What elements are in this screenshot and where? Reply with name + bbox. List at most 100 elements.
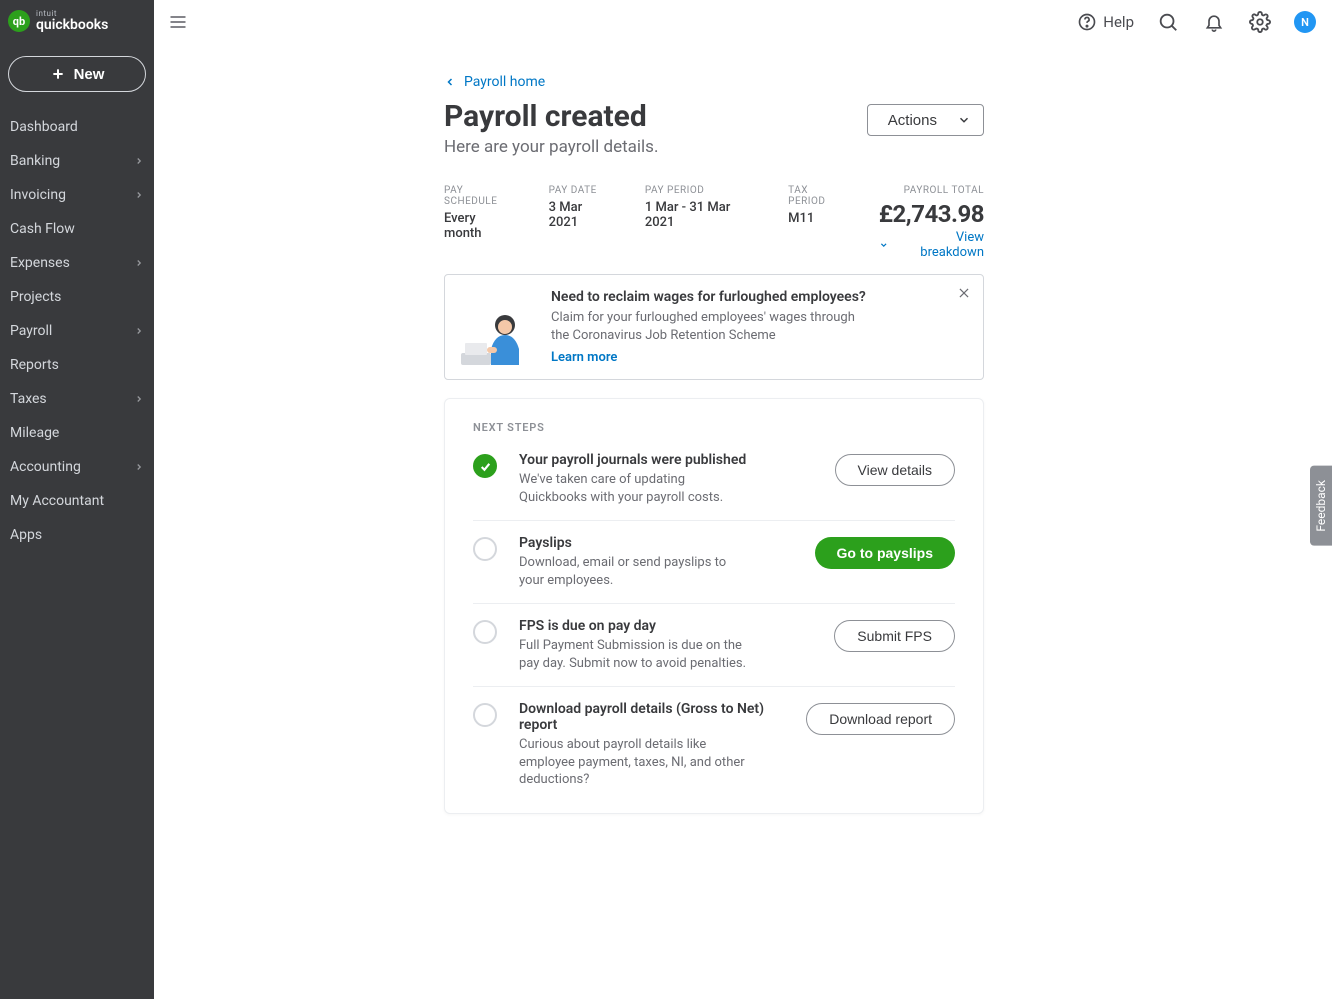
payroll-meta: PAY SCHEDULE Every month PAY DATE 3 Mar … [444, 185, 984, 260]
settings-button[interactable] [1248, 10, 1272, 34]
page-subtitle: Here are your payroll details. [444, 137, 658, 157]
step-row: Your payroll journals were publishedWe'v… [473, 452, 955, 521]
step-pending-icon [473, 620, 497, 644]
sidebar-item-label: My Accountant [10, 493, 104, 509]
step-body: Download payroll details (Gross to Net) … [519, 701, 784, 789]
brand-logo[interactable]: qb intuit quickbooks [0, 0, 154, 42]
chevron-right-icon [134, 190, 144, 200]
alert-desc: Claim for your furloughed employees' wag… [551, 309, 861, 344]
step-desc: Full Payment Submission is due on the pa… [519, 637, 749, 672]
sidebar-item-label: Banking [10, 153, 60, 169]
step-body: Payslips Download, email or send payslips… [519, 535, 793, 589]
sidebar-item-dashboard[interactable]: Dashboard [0, 110, 154, 144]
bell-icon [1204, 12, 1224, 32]
page-title: Payroll created [444, 100, 658, 133]
plus-icon [50, 66, 66, 82]
sidebar-item-payroll[interactable]: Payroll [0, 314, 154, 348]
sidebar: qb intuit quickbooks New Dashboard Bankin… [0, 0, 154, 999]
step-pending-icon [473, 537, 497, 561]
sidebar-item-label: Invoicing [10, 187, 66, 203]
sidebar-item-invoicing[interactable]: Invoicing [0, 178, 154, 212]
pay-schedule-label: PAY SCHEDULE [444, 185, 513, 207]
step-done-icon [473, 454, 497, 478]
chevron-down-icon [957, 113, 971, 127]
chevron-right-icon [134, 462, 144, 472]
avatar[interactable]: N [1294, 11, 1316, 33]
step-action-submit-fps[interactable]: Submit FPS [834, 620, 955, 652]
sidebar-item-reports[interactable]: Reports [0, 348, 154, 382]
pay-date-label: PAY DATE [549, 185, 609, 196]
search-icon [1157, 11, 1179, 33]
sidebar-item-label: Taxes [10, 391, 47, 407]
sidebar-item-apps[interactable]: Apps [0, 518, 154, 552]
step-row: Download payroll details (Gross to Net) … [473, 687, 955, 789]
step-body: Your payroll journals were publishedWe'v… [519, 452, 813, 506]
chevron-down-icon [879, 240, 888, 250]
chevron-right-icon [134, 156, 144, 166]
sidebar-item-label: Cash Flow [10, 221, 75, 237]
quickbooks-mark-icon: qb [8, 10, 30, 32]
step-desc: Curious about payroll details like emplo… [519, 736, 749, 789]
sidebar-item-cash-flow[interactable]: Cash Flow [0, 212, 154, 246]
pay-date-value: 3 Mar 2021 [549, 200, 609, 230]
sidebar-item-taxes[interactable]: Taxes [0, 382, 154, 416]
step-row: FPS is due on pay day Full Payment Submis… [473, 604, 955, 687]
brand-name-label: quickbooks [36, 18, 108, 32]
sidebar-item-label: Accounting [10, 459, 81, 475]
actions-dropdown[interactable]: Actions [867, 104, 984, 136]
step-action-download-report[interactable]: Download report [806, 703, 955, 735]
new-button-label: New [74, 66, 105, 83]
help-label: Help [1103, 13, 1134, 31]
step-action-view-details[interactable]: View details [835, 454, 955, 486]
pay-schedule-value: Every month [444, 211, 513, 241]
payroll-total-label: PAYROLL TOTAL [904, 185, 984, 196]
sidebar-item-my-accountant[interactable]: My Accountant [0, 484, 154, 518]
step-title: FPS is due on pay day [519, 618, 812, 634]
step-title: Payslips [519, 535, 793, 551]
alert-title: Need to reclaim wages for furloughed emp… [551, 289, 866, 305]
check-icon [479, 460, 492, 473]
breadcrumb-back[interactable]: Payroll home [444, 74, 984, 90]
step-title: Download payroll details (Gross to Net) … [519, 701, 784, 733]
hamburger-menu-button[interactable] [164, 8, 192, 36]
sidebar-item-accounting[interactable]: Accounting [0, 450, 154, 484]
main: Payroll home Payroll created Here are yo… [154, 44, 1332, 999]
help-button[interactable]: Help [1077, 12, 1134, 32]
feedback-tab[interactable]: Feedback [1310, 466, 1332, 546]
sidebar-item-expenses[interactable]: Expenses [0, 246, 154, 280]
step-body: FPS is due on pay day Full Payment Submis… [519, 618, 812, 672]
sidebar-item-label: Expenses [10, 255, 70, 271]
pay-period-label: PAY PERIOD [645, 185, 752, 196]
sidebar-item-label: Apps [10, 527, 42, 543]
help-icon [1077, 12, 1097, 32]
sidebar-item-mileage[interactable]: Mileage [0, 416, 154, 450]
chevron-right-icon [134, 394, 144, 404]
actions-label: Actions [888, 112, 937, 129]
payroll-total-value: £2,743.98 [879, 200, 984, 228]
step-pending-icon [473, 703, 497, 727]
new-button[interactable]: New [8, 56, 146, 92]
sidebar-item-label: Reports [10, 357, 59, 373]
step-row: Payslips Download, email or send payslips… [473, 521, 955, 604]
furlough-alert: Need to reclaim wages for furloughed emp… [444, 274, 984, 380]
alert-close-button[interactable] [957, 285, 971, 304]
hamburger-icon [168, 12, 188, 32]
tax-period-label: TAX PERIOD [788, 185, 843, 207]
next-steps-card: NEXT STEPS Your payroll journals were pu… [444, 398, 984, 814]
chevron-left-icon [444, 76, 456, 88]
search-button[interactable] [1156, 10, 1180, 34]
sidebar-item-label: Mileage [10, 425, 59, 441]
chevron-right-icon [134, 258, 144, 268]
step-desc: Download, email or send payslips to your… [519, 554, 749, 589]
step-title: Your payroll journals were published [519, 452, 813, 468]
sidebar-item-projects[interactable]: Projects [0, 280, 154, 314]
sidebar-item-label: Dashboard [10, 119, 78, 135]
sidebar-item-banking[interactable]: Banking [0, 144, 154, 178]
alert-learn-more-link[interactable]: Learn more [551, 350, 617, 365]
next-steps-heading: NEXT STEPS [473, 421, 955, 434]
view-breakdown-link[interactable]: View breakdown [879, 230, 984, 260]
sidebar-nav: Dashboard Banking Invoicing Cash Flow Expens… [0, 110, 154, 552]
chevron-right-icon [134, 326, 144, 336]
step-action-go-to-payslips[interactable]: Go to payslips [815, 537, 955, 569]
notifications-button[interactable] [1202, 10, 1226, 34]
